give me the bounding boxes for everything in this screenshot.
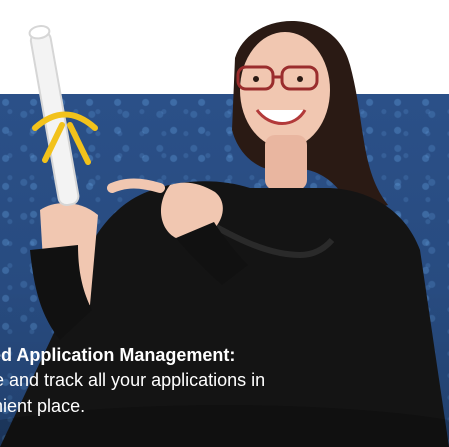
hero-graduation-banner: zed Application Management: e and track … (0, 0, 449, 447)
feature-description: e and track all your applications in ven… (0, 367, 449, 419)
feature-description-line-1: e and track all your applications in (0, 370, 266, 390)
feature-caption: zed Application Management: e and track … (0, 343, 449, 419)
feature-description-line-2: venient place. (0, 396, 86, 416)
feature-title: zed Application Management: (0, 345, 236, 365)
